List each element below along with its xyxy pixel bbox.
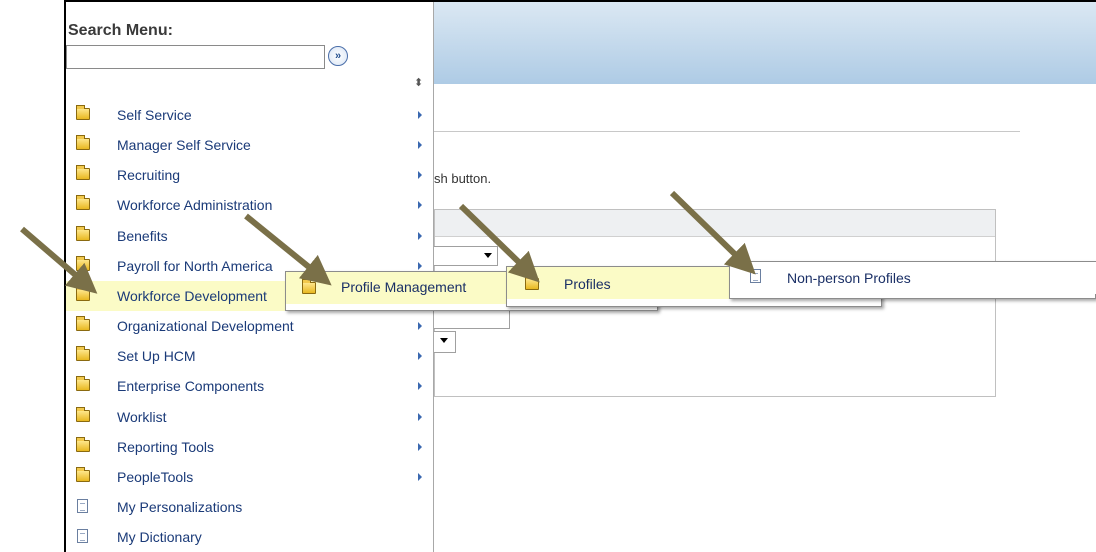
menu-item-label: My Personalizations xyxy=(117,499,243,515)
menu-item-reporting-tools[interactable]: Reporting Tools xyxy=(66,432,432,462)
chevron-right-icon xyxy=(418,111,422,119)
search-menu-input[interactable] xyxy=(66,45,325,69)
flyout-item-non-person-profiles[interactable]: Non-person Profiles xyxy=(730,262,1096,294)
menu-item-recruiting[interactable]: Recruiting xyxy=(66,160,432,190)
flyout-item-profiles[interactable]: Profiles xyxy=(507,267,729,299)
chevron-right-icon xyxy=(418,141,422,149)
menu-item-label: Payroll for North America xyxy=(117,258,273,274)
chevron-right-icon xyxy=(418,232,422,240)
folder-icon xyxy=(302,279,316,294)
menu-item-worklist[interactable]: Worklist xyxy=(66,402,432,432)
menu-item-label: Self Service xyxy=(117,107,192,123)
folder-icon xyxy=(76,195,90,210)
search-menu-title: Search Menu: xyxy=(68,22,173,39)
menu-item-label: My Dictionary xyxy=(117,529,202,545)
flyout-item-label: Profiles xyxy=(564,276,611,292)
menu-item-manager-self-service[interactable]: Manager Self Service xyxy=(66,130,432,160)
document-icon xyxy=(750,269,761,283)
search-go-button[interactable]: » xyxy=(328,46,348,66)
chevron-right-icon xyxy=(418,171,422,179)
folder-icon xyxy=(76,286,90,301)
menu-item-label: Benefits xyxy=(117,228,168,244)
chevron-down-icon xyxy=(484,253,492,258)
flyout-item-profile-management[interactable]: Profile Management xyxy=(286,272,508,304)
chevron-right-icon xyxy=(418,262,422,270)
document-icon xyxy=(77,529,88,543)
menu-item-label: Organizational Development xyxy=(117,318,294,334)
folder-icon xyxy=(76,105,90,120)
folder-icon xyxy=(76,467,90,482)
chevron-right-icon xyxy=(418,443,422,451)
menu-item-label: Worklist xyxy=(117,409,167,425)
chevron-right-icon xyxy=(418,473,422,481)
menu-item-enterprise-components[interactable]: Enterprise Components xyxy=(66,371,432,401)
criteria-dropdown-2[interactable] xyxy=(434,331,456,353)
folder-icon xyxy=(76,316,90,331)
header-divider xyxy=(434,131,1020,132)
folder-icon xyxy=(525,275,539,290)
menu-item-label: Enterprise Components xyxy=(117,378,265,394)
folder-icon xyxy=(76,135,90,150)
menu-item-my-dictionary[interactable]: My Dictionary xyxy=(66,522,432,552)
menu-item-organizational-development[interactable]: Organizational Development xyxy=(66,311,432,341)
chevron-down-icon xyxy=(440,338,448,343)
chevron-right-icon xyxy=(418,413,422,421)
chevron-right-icon xyxy=(418,322,422,330)
folder-icon xyxy=(76,256,90,271)
menu-item-label: Workforce Administration xyxy=(117,197,273,213)
menu-item-label: Reporting Tools xyxy=(117,439,215,455)
menu-item-label: Manager Self Service xyxy=(117,137,251,153)
flyout-item-label: Profile Management xyxy=(341,279,467,295)
menu-item-label: Recruiting xyxy=(117,167,181,183)
document-icon xyxy=(77,499,88,513)
criteria-dropdown[interactable] xyxy=(434,246,498,266)
flyout-non-person-profiles: Non-person Profiles xyxy=(729,261,1096,299)
chevron-right-icon xyxy=(418,382,422,390)
folder-icon xyxy=(76,407,90,422)
menu-item-set-up-hcm[interactable]: Set Up HCM xyxy=(66,341,432,371)
menu-item-label: Workforce Development xyxy=(117,288,267,304)
folder-icon xyxy=(76,437,90,452)
instruction-text: sh button. xyxy=(434,171,492,186)
page-header-band xyxy=(434,2,1096,84)
menu-item-label: Set Up HCM xyxy=(117,348,196,364)
menu-item-my-personalizations[interactable]: My Personalizations xyxy=(66,492,432,522)
menu-item-workforce-administration[interactable]: Workforce Administration xyxy=(66,190,432,220)
folder-icon xyxy=(76,165,90,180)
chevron-right-icon xyxy=(418,352,422,360)
sort-toggle-icon[interactable]: ⬍ xyxy=(414,78,423,89)
menu-item-self-service[interactable]: Self Service xyxy=(66,100,432,130)
menu-item-peopletools[interactable]: PeopleTools xyxy=(66,462,432,492)
criteria-input[interactable] xyxy=(434,309,510,329)
chevron-right-icon xyxy=(418,201,422,209)
folder-icon xyxy=(76,376,90,391)
folder-icon xyxy=(76,346,90,361)
flyout-item-label: Non-person Profiles xyxy=(787,270,911,286)
menu-item-label: PeopleTools xyxy=(117,469,194,485)
folder-icon xyxy=(76,226,90,241)
menu-item-benefits[interactable]: Benefits xyxy=(66,221,432,251)
